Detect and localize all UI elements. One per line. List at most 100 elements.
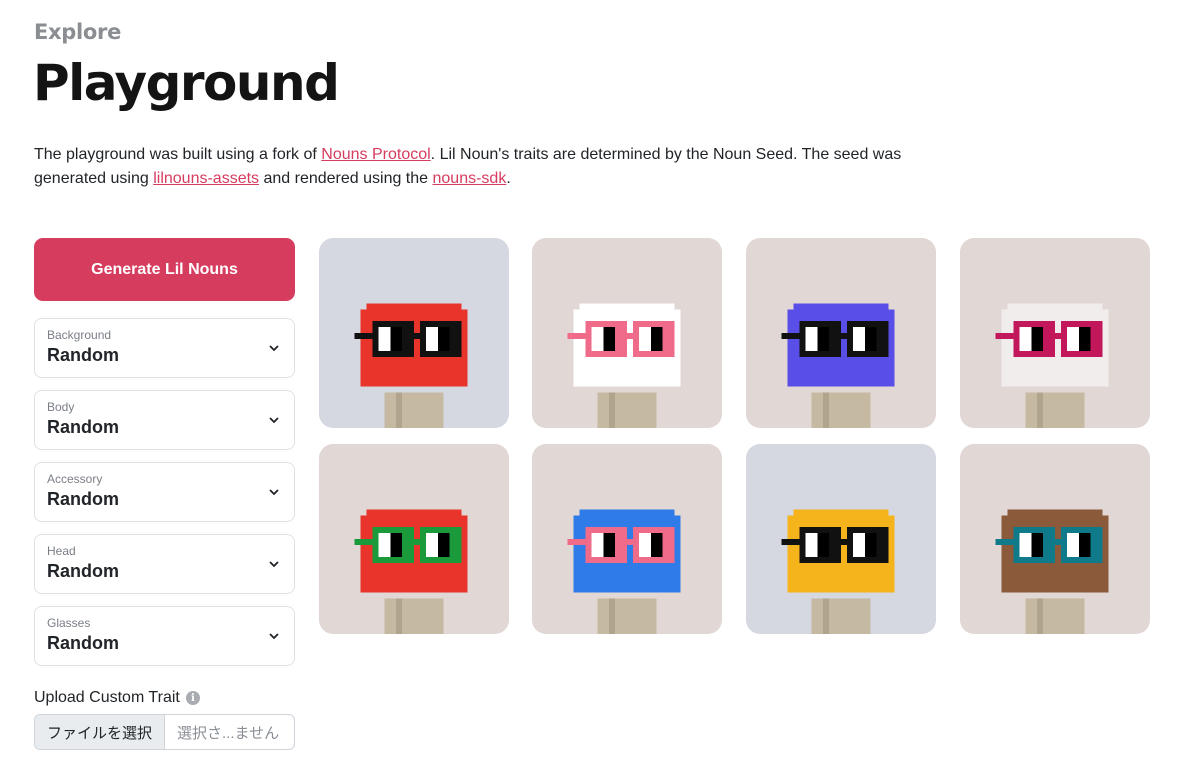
head-select[interactable]: Head Random [34,534,295,594]
noun-glasses-arm [567,333,586,339]
noun-avatar [746,238,936,428]
noun-card[interactable] [319,238,509,428]
noun-card[interactable] [319,444,509,634]
description-text: . [506,170,511,187]
noun-lens-pupil [817,327,830,351]
select-label: Accessory [47,472,103,486]
noun-glasses-arm [781,539,800,545]
select-label: Glasses [47,616,91,630]
glasses-select[interactable]: Glasses Random [34,606,295,666]
noun-lens-pupil [390,327,403,351]
noun-body-shade [396,598,403,634]
select-label: Body [47,400,75,414]
noun-glasses-arm [567,539,586,545]
noun-avatar [532,444,722,634]
noun-lens-white [378,533,391,557]
noun-body-shade [1037,392,1044,428]
description-text: The playground was built using a fork of [34,146,322,163]
background-select[interactable]: Background Random [34,318,295,378]
noun-lens-white [805,327,818,351]
noun-body-shade [823,392,830,428]
select-value: Random [47,633,119,653]
chevron-down-icon [269,417,279,424]
noun-head-top [1007,509,1103,516]
noun-lens-white [591,533,604,557]
noun-lens-white [1066,327,1079,351]
noun-lens-pupil [1031,327,1044,351]
chevron-down-icon [269,633,279,640]
noun-lens-pupil [864,533,877,557]
accessory-select[interactable]: Accessory Random [34,462,295,522]
noun-glasses-bridge [841,333,847,339]
noun-glasses-bridge [414,539,420,545]
select-label: Background [47,328,112,342]
noun-avatar [960,444,1150,634]
noun-card[interactable] [532,444,722,634]
select-value: Random [47,345,119,365]
select-label: Head [47,544,76,558]
noun-lens-white [852,327,865,351]
body-select[interactable]: Body Random [34,390,295,450]
noun-head-top [793,509,889,516]
noun-lens-white [425,533,438,557]
noun-glasses-arm [781,333,800,339]
noun-glasses-arm [995,333,1014,339]
choose-file-button[interactable]: ファイルを選択 [35,715,166,749]
noun-lens-white [1019,327,1032,351]
noun-card[interactable] [746,444,936,634]
noun-body-shade [396,392,403,428]
noun-lens-pupil [437,533,450,557]
generate-lil-nouns-button[interactable]: Generate Lil Nouns [34,238,295,301]
noun-card[interactable] [746,238,936,428]
noun-lens-white [638,327,651,351]
select-value: Random [47,561,119,581]
noun-head-top [366,509,462,516]
noun-lens-white [805,533,818,557]
noun-lens-white [1019,533,1032,557]
noun-body-shade [823,598,830,634]
page-description: The playground was built using a fork of… [34,143,934,191]
noun-lens-white [378,327,391,351]
noun-lens-white [1066,533,1079,557]
page-title: Playground [33,54,340,112]
noun-lens-white [591,327,604,351]
noun-head-top [579,303,675,310]
upload-label-text: Upload Custom Trait [34,689,180,706]
noun-lens-pupil [603,533,616,557]
description-text: and rendered using the [259,170,433,187]
info-icon[interactable]: i [185,691,200,705]
noun-lens-pupil [650,533,663,557]
noun-lens-pupil [437,327,450,351]
noun-glasses-bridge [1055,539,1061,545]
file-upload-input[interactable]: ファイルを選択 選択さ...ません [34,714,295,750]
noun-card[interactable] [532,238,722,428]
noun-body [384,598,444,634]
lilnouns-assets-link[interactable]: lilnouns-assets [153,170,259,187]
noun-card[interactable] [960,238,1150,428]
nouns-sdk-link[interactable]: nouns-sdk [433,170,507,187]
noun-glasses-arm [354,333,373,339]
noun-head-top [793,303,889,310]
noun-body-shade [609,392,616,428]
noun-lens-white [852,533,865,557]
noun-card[interactable] [960,444,1150,634]
noun-avatar [746,444,936,634]
noun-body-shade [609,598,616,634]
noun-avatar [532,238,722,428]
page-eyebrow: Explore [34,20,122,44]
noun-body [1025,392,1085,428]
upload-custom-trait-label: Upload Custom Trait i [34,689,200,707]
noun-glasses-arm [354,539,373,545]
nouns-protocol-link[interactable]: Nouns Protocol [321,146,430,163]
noun-body [384,392,444,428]
noun-glasses-arm [995,539,1014,545]
noun-head-top [366,303,462,310]
noun-lens-pupil [650,327,663,351]
chevron-down-icon [269,489,279,496]
chevron-down-icon [269,345,279,352]
noun-glasses-bridge [1055,333,1061,339]
noun-glasses-bridge [841,539,847,545]
noun-lens-pupil [1078,533,1091,557]
noun-avatar [319,444,509,634]
chevron-down-icon [269,561,279,568]
